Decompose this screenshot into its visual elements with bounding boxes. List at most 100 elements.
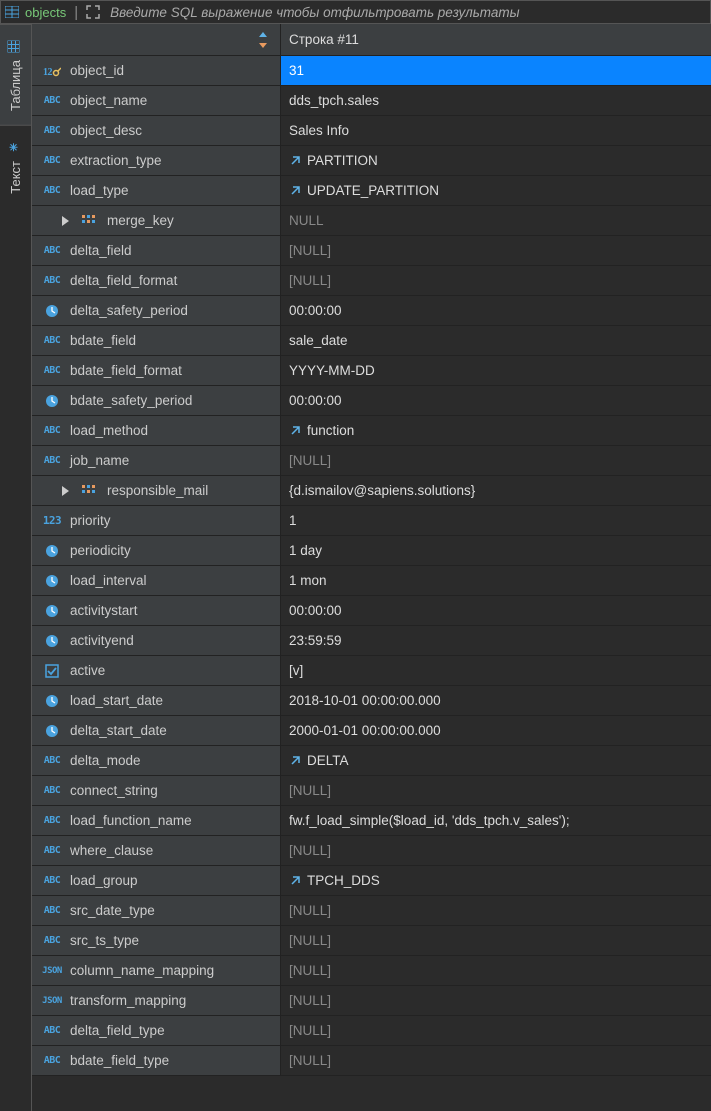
field-name-cell[interactable]: ABCload_method xyxy=(32,416,281,445)
field-name-cell[interactable]: bdate_safety_period xyxy=(32,386,281,415)
field-row[interactable]: ABCdelta_field_format[NULL] xyxy=(32,266,711,296)
field-row[interactable]: ABCwhere_clause[NULL] xyxy=(32,836,711,866)
field-value-cell[interactable]: 00:00:00 xyxy=(281,296,711,325)
results-tab-label[interactable]: objects xyxy=(25,5,66,20)
field-row[interactable]: bdate_safety_period00:00:00 xyxy=(32,386,711,416)
field-value-cell[interactable]: fw.f_load_simple($load_id, 'dds_tpch.v_s… xyxy=(281,806,711,835)
field-row[interactable]: load_start_date2018-10-01 00:00:00.000 xyxy=(32,686,711,716)
field-row[interactable]: ABCobject_descSales Info xyxy=(32,116,711,146)
column-resize-handle[interactable] xyxy=(32,24,281,55)
expand-arrow-icon[interactable] xyxy=(62,486,69,496)
field-name-cell[interactable]: activityend xyxy=(32,626,281,655)
field-name-cell[interactable]: delta_safety_period xyxy=(32,296,281,325)
field-row[interactable]: activityend23:59:59 xyxy=(32,626,711,656)
field-row[interactable]: ABCdelta_field_type[NULL] xyxy=(32,1016,711,1046)
field-name-cell[interactable]: active xyxy=(32,656,281,685)
field-row[interactable]: JSONcolumn_name_mapping[NULL] xyxy=(32,956,711,986)
field-value-cell[interactable]: 2018-10-01 00:00:00.000 xyxy=(281,686,711,715)
field-value-cell[interactable]: [NULL] xyxy=(281,446,711,475)
field-row[interactable]: delta_start_date2000-01-01 00:00:00.000 xyxy=(32,716,711,746)
field-value-cell[interactable]: [NULL] xyxy=(281,776,711,805)
field-row[interactable]: ABCload_typeUPDATE_PARTITION xyxy=(32,176,711,206)
field-name-cell[interactable]: delta_start_date xyxy=(32,716,281,745)
field-value-cell[interactable]: [NULL] xyxy=(281,1046,711,1075)
field-name-cell[interactable]: ABCbdate_field_format xyxy=(32,356,281,385)
field-row[interactable]: merge_keyNULL xyxy=(32,206,711,236)
field-value-cell[interactable]: [NULL] xyxy=(281,986,711,1015)
tab-text[interactable]: Текст xyxy=(0,125,31,208)
field-name-cell[interactable]: ABCsrc_ts_type xyxy=(32,926,281,955)
field-row[interactable]: ABCextraction_typePARTITION xyxy=(32,146,711,176)
field-row[interactable]: ABCsrc_ts_type[NULL] xyxy=(32,926,711,956)
field-value-cell[interactable]: sale_date xyxy=(281,326,711,355)
field-value-cell[interactable]: function xyxy=(281,416,711,445)
field-row[interactable]: 123priority1 xyxy=(32,506,711,536)
field-name-cell[interactable]: ABCbdate_field_type xyxy=(32,1046,281,1075)
fullscreen-icon[interactable] xyxy=(86,5,100,19)
field-row[interactable]: active[v] xyxy=(32,656,711,686)
field-value-cell[interactable]: {d.ismailov@sapiens.solutions} xyxy=(281,476,711,505)
field-name-cell[interactable]: ABCdelta_field xyxy=(32,236,281,265)
field-value-cell[interactable]: dds_tpch.sales xyxy=(281,86,711,115)
field-name-cell[interactable]: ABCsrc_date_type xyxy=(32,896,281,925)
sort-icon[interactable] xyxy=(256,31,270,49)
field-name-cell[interactable]: load_interval xyxy=(32,566,281,595)
field-row[interactable]: ABCbdate_field_type[NULL] xyxy=(32,1046,711,1076)
field-row[interactable]: ABCjob_name[NULL] xyxy=(32,446,711,476)
field-name-cell[interactable]: ABCwhere_clause xyxy=(32,836,281,865)
field-value-cell[interactable]: 31 xyxy=(281,56,711,85)
field-value-cell[interactable]: YYYY-MM-DD xyxy=(281,356,711,385)
field-name-cell[interactable]: ABCload_type xyxy=(32,176,281,205)
field-value-cell[interactable]: [NULL] xyxy=(281,956,711,985)
field-name-cell[interactable]: load_start_date xyxy=(32,686,281,715)
field-name-cell[interactable]: 12object_id xyxy=(32,56,281,85)
field-value-cell[interactable]: 2000-01-01 00:00:00.000 xyxy=(281,716,711,745)
field-value-cell[interactable]: NULL xyxy=(281,206,711,235)
field-value-cell[interactable]: 1 xyxy=(281,506,711,535)
field-value-cell[interactable]: DELTA xyxy=(281,746,711,775)
field-row[interactable]: JSONtransform_mapping[NULL] xyxy=(32,986,711,1016)
field-value-cell[interactable]: Sales Info xyxy=(281,116,711,145)
field-value-cell[interactable]: 23:59:59 xyxy=(281,626,711,655)
field-row[interactable]: ABCobject_namedds_tpch.sales xyxy=(32,86,711,116)
tab-table[interactable]: Таблица xyxy=(0,24,31,125)
field-name-cell[interactable]: merge_key xyxy=(32,206,281,235)
field-name-cell[interactable]: JSONcolumn_name_mapping xyxy=(32,956,281,985)
field-row[interactable]: ABCconnect_string[NULL] xyxy=(32,776,711,806)
field-row[interactable]: ABCload_function_namefw.f_load_simple($l… xyxy=(32,806,711,836)
field-name-cell[interactable]: ABCload_function_name xyxy=(32,806,281,835)
field-name-cell[interactable]: ABCdelta_mode xyxy=(32,746,281,775)
field-row[interactable]: ABCdelta_field[NULL] xyxy=(32,236,711,266)
field-value-cell[interactable]: [v] xyxy=(281,656,711,685)
field-row[interactable]: ABCload_methodfunction xyxy=(32,416,711,446)
field-value-cell[interactable]: [NULL] xyxy=(281,836,711,865)
field-name-cell[interactable]: 123priority xyxy=(32,506,281,535)
field-row[interactable]: ABCload_groupTPCH_DDS xyxy=(32,866,711,896)
field-value-cell[interactable]: 1 day xyxy=(281,536,711,565)
expand-arrow-icon[interactable] xyxy=(62,216,69,226)
field-row[interactable]: ABCbdate_fieldsale_date xyxy=(32,326,711,356)
field-name-cell[interactable]: ABCjob_name xyxy=(32,446,281,475)
field-row[interactable]: 12object_id31 xyxy=(32,56,711,86)
field-value-cell[interactable]: [NULL] xyxy=(281,926,711,955)
field-name-cell[interactable]: responsible_mail xyxy=(32,476,281,505)
field-row[interactable]: ABCbdate_field_formatYYYY-MM-DD xyxy=(32,356,711,386)
field-name-cell[interactable]: ABCdelta_field_format xyxy=(32,266,281,295)
field-name-cell[interactable]: ABCbdate_field xyxy=(32,326,281,355)
field-name-cell[interactable]: ABCobject_name xyxy=(32,86,281,115)
field-value-cell[interactable]: 00:00:00 xyxy=(281,596,711,625)
field-row[interactable]: ABCsrc_date_type[NULL] xyxy=(32,896,711,926)
field-name-cell[interactable]: ABCextraction_type xyxy=(32,146,281,175)
field-value-cell[interactable]: 00:00:00 xyxy=(281,386,711,415)
field-value-cell[interactable]: [NULL] xyxy=(281,266,711,295)
field-value-cell[interactable]: TPCH_DDS xyxy=(281,866,711,895)
field-row[interactable]: periodicity1 day xyxy=(32,536,711,566)
field-name-cell[interactable]: activitystart xyxy=(32,596,281,625)
field-value-cell[interactable]: [NULL] xyxy=(281,236,711,265)
field-row[interactable]: ABCdelta_modeDELTA xyxy=(32,746,711,776)
field-row[interactable]: responsible_mail{d.ismailov@sapiens.solu… xyxy=(32,476,711,506)
field-row[interactable]: load_interval1 mon xyxy=(32,566,711,596)
sql-filter-input[interactable]: Введите SQL выражение чтобы отфильтроват… xyxy=(110,5,519,20)
field-value-cell[interactable]: PARTITION xyxy=(281,146,711,175)
field-value-cell[interactable]: [NULL] xyxy=(281,1016,711,1045)
